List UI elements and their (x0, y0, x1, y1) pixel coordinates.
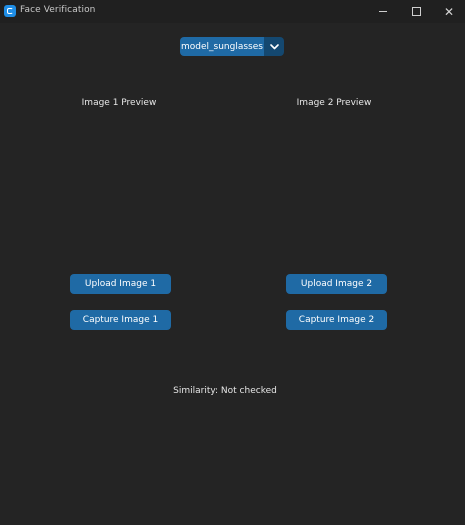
close-icon: ✕ (443, 4, 455, 19)
capture-image2-button[interactable]: Capture Image 2 (286, 310, 387, 330)
close-button[interactable]: ✕ (433, 0, 465, 23)
similarity-status: Similarity: Not checked (173, 386, 277, 396)
window-title: Face Verification (20, 5, 96, 15)
title-bar: Face Verification ✕ (0, 0, 465, 23)
app-window: Face Verification ✕ model_sunglasses Ima… (0, 0, 465, 525)
model-dropdown[interactable]: model_sunglasses (180, 37, 284, 56)
upload-image2-button[interactable]: Upload Image 2 (286, 274, 387, 294)
chevron-down-icon (269, 43, 279, 49)
image1-preview-label: Image 1 Preview (81, 98, 157, 108)
dropdown-arrow-button[interactable] (264, 37, 284, 56)
maximize-button[interactable] (400, 0, 432, 23)
capture-image1-button[interactable]: Capture Image 1 (70, 310, 171, 330)
image2-preview-label: Image 2 Preview (296, 98, 372, 108)
app-icon (4, 5, 16, 17)
model-dropdown-value[interactable]: model_sunglasses (180, 37, 264, 56)
upload-image1-button[interactable]: Upload Image 1 (70, 274, 171, 294)
minimize-button[interactable] (367, 0, 399, 23)
minimize-icon (379, 11, 387, 12)
maximize-icon (411, 7, 421, 16)
